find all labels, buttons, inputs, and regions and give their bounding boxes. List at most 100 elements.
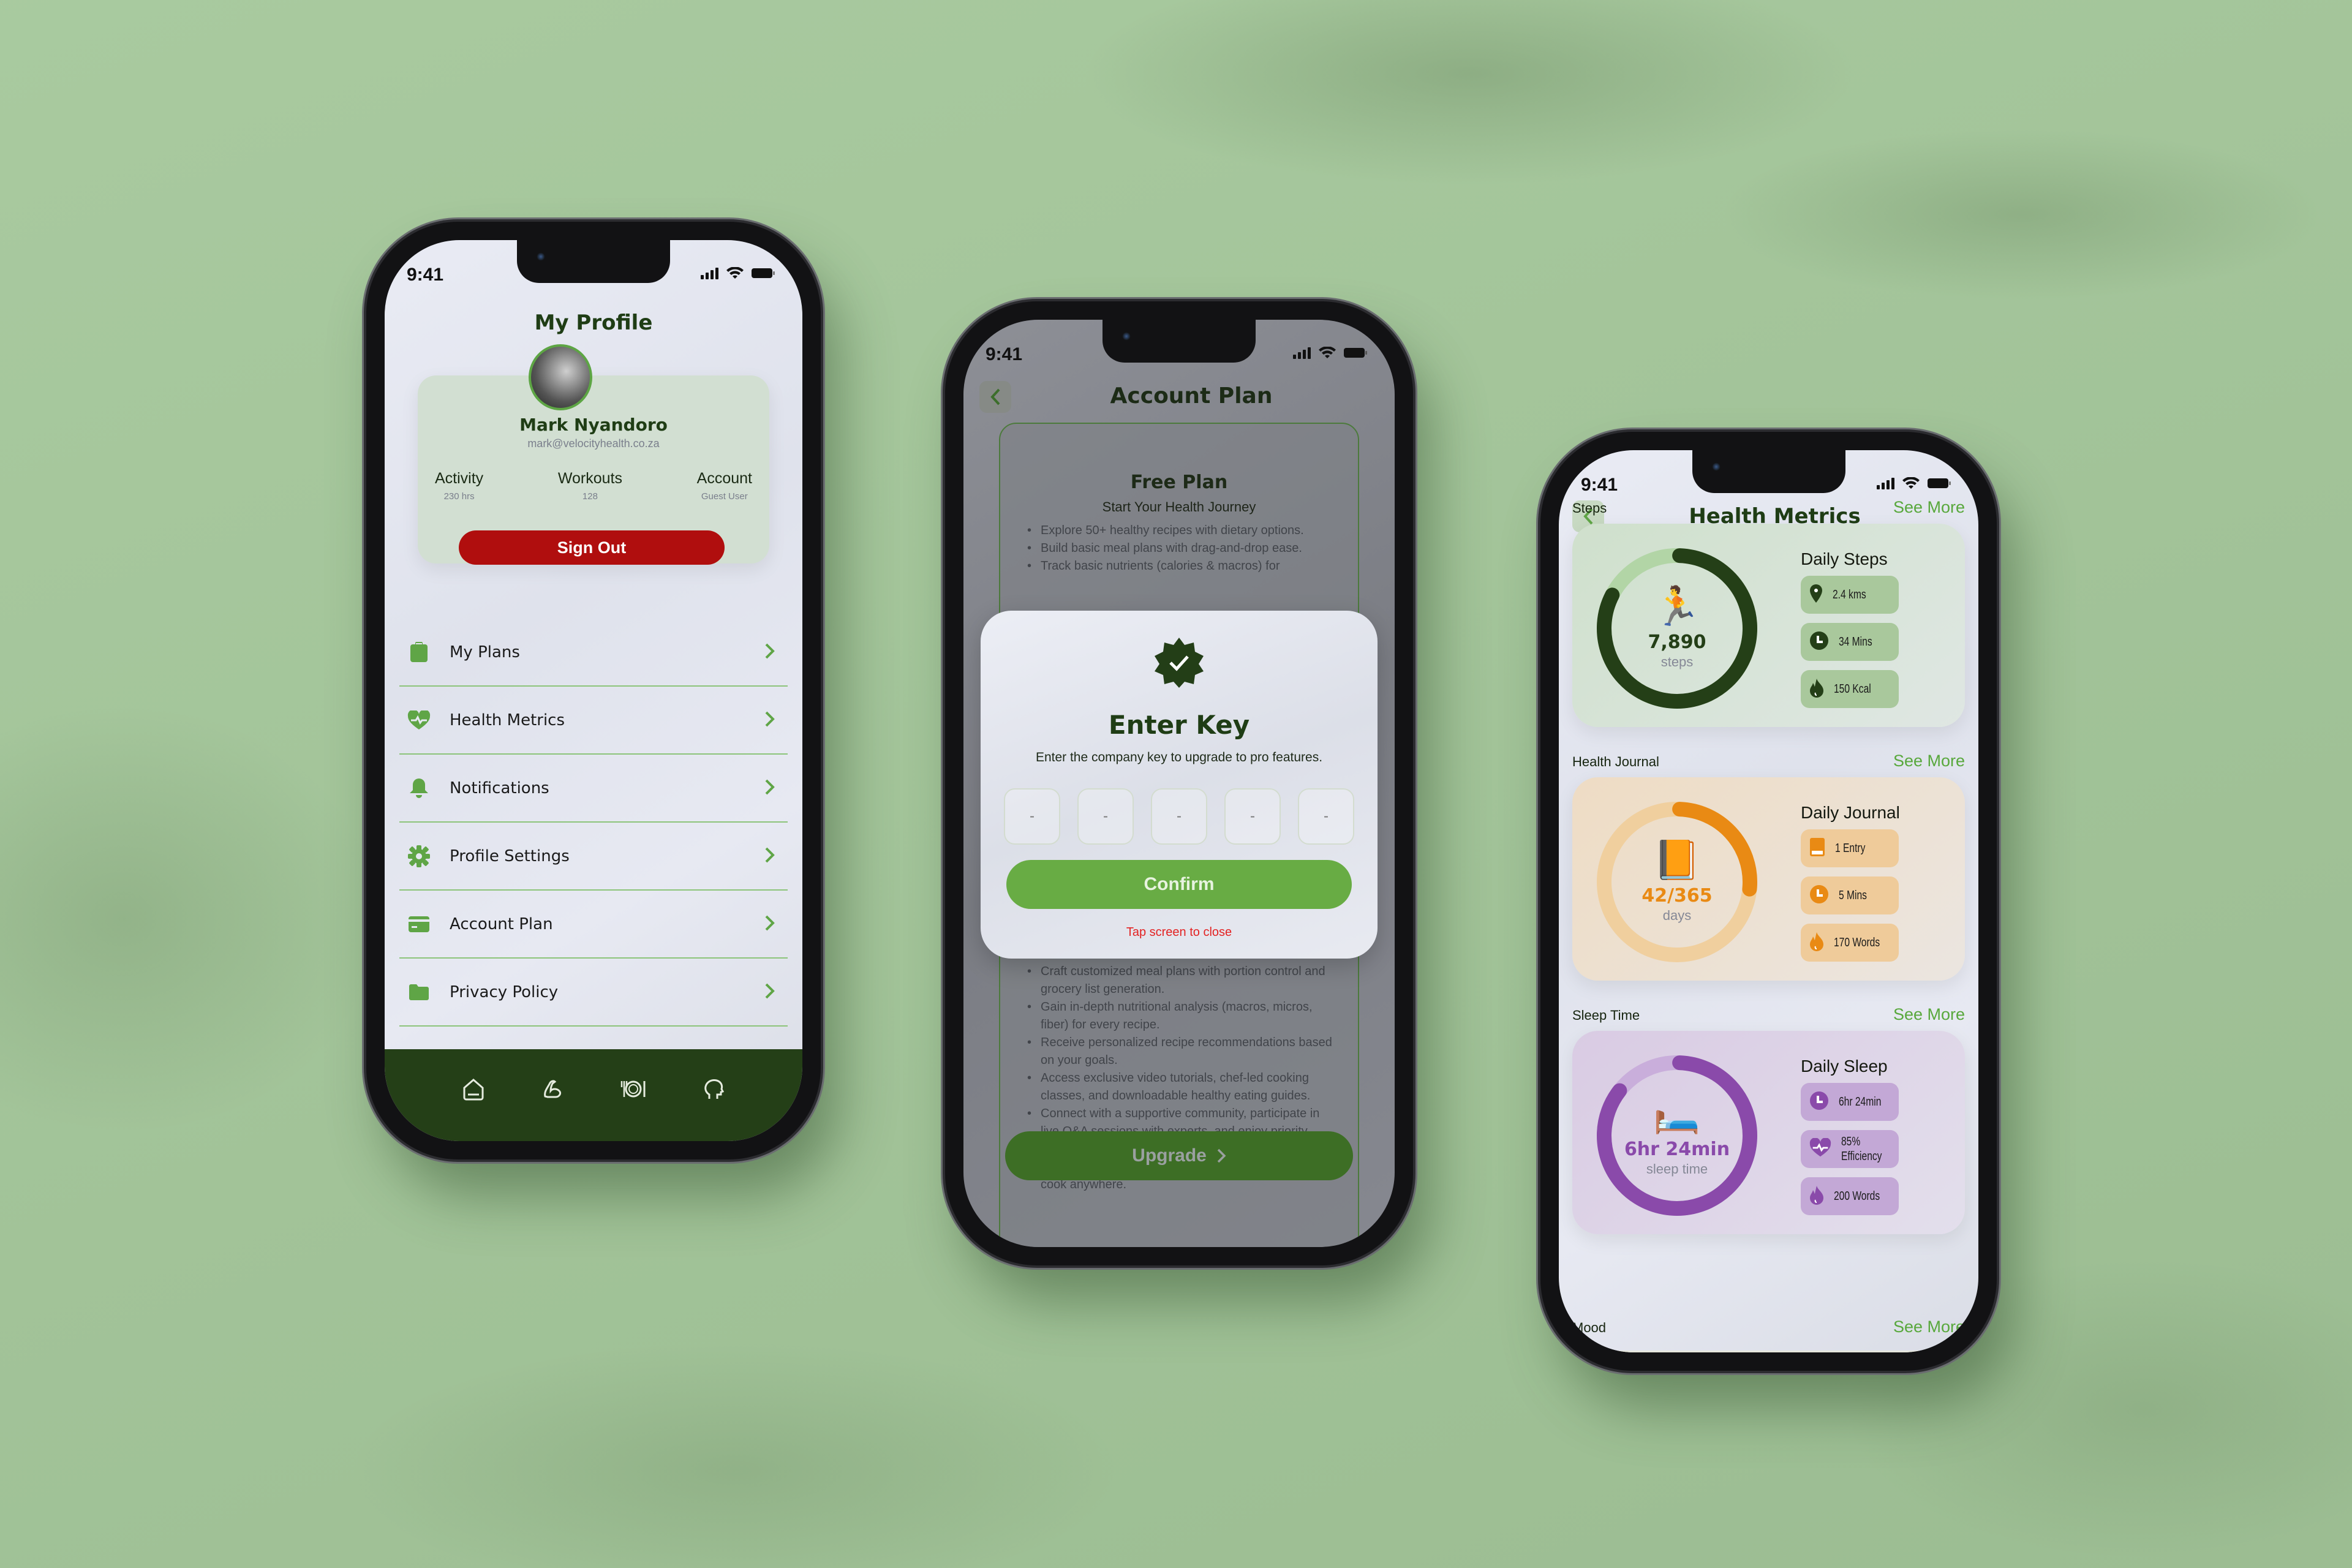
ring-center: 🛏️ 6hr 24min sleep time bbox=[1589, 1048, 1765, 1223]
bottom-nav bbox=[385, 1049, 802, 1141]
nav-mindset[interactable] bbox=[696, 1072, 731, 1106]
metric-chips: 2.4 kms 34 Mins 150 Kcal bbox=[1801, 576, 1899, 708]
user-email: mark@velocityhealth.co.za bbox=[527, 437, 660, 450]
feature-item: Receive personalized recipe recommendati… bbox=[1025, 1034, 1340, 1069]
stat-label: Workouts bbox=[557, 470, 622, 487]
status-time: 9:41 bbox=[407, 265, 444, 285]
heart-pulse-icon bbox=[407, 710, 431, 730]
battery-icon bbox=[1344, 348, 1367, 358]
key-input-4[interactable] bbox=[1224, 788, 1281, 845]
bell-icon bbox=[407, 778, 431, 799]
chevron-right-icon bbox=[764, 643, 775, 662]
see-more-link[interactable]: See More bbox=[1893, 1317, 1965, 1336]
menu-item-account-plan[interactable]: Account Plan bbox=[399, 891, 788, 959]
metric-chip: 2.4 kms bbox=[1801, 576, 1899, 614]
account-plan-screen[interactable]: 9:41 Account Plan Free Plan Start Your H… bbox=[963, 320, 1395, 1247]
metric-chip: 85% Efficiency bbox=[1801, 1130, 1899, 1168]
card-title: Daily Steps bbox=[1801, 549, 1888, 568]
page-title: My Profile bbox=[534, 311, 653, 335]
metric-card-health-journal[interactable]: 📙 42/365 days Daily Journal 1 Entry 5 Mins 1… bbox=[1572, 777, 1965, 981]
gear-icon bbox=[407, 845, 431, 867]
wifi-icon bbox=[1319, 347, 1336, 358]
plan-features-top: Explore 50+ healthy recipes with dietary… bbox=[1025, 522, 1340, 575]
nav-workouts[interactable] bbox=[537, 1072, 571, 1106]
metric-unit: days bbox=[1662, 907, 1692, 923]
heart-pulse-icon bbox=[1809, 1137, 1831, 1160]
muscle-icon bbox=[543, 1080, 561, 1098]
key-input-3[interactable] bbox=[1151, 788, 1207, 845]
section-label: Sleep Time bbox=[1572, 1008, 1640, 1023]
stat-value: 230 hrs bbox=[443, 491, 475, 502]
chip-text: 1 Entry bbox=[1835, 842, 1866, 855]
avatar[interactable] bbox=[529, 344, 592, 410]
phone-profile: 9:41 My Profile Mark Nyandoro mark@veloc… bbox=[366, 222, 821, 1159]
confirm-button[interactable]: Confirm bbox=[1006, 860, 1352, 909]
menu-item-privacy-policy[interactable]: Privacy Policy bbox=[399, 959, 788, 1027]
metric-chips: 1 Entry 5 Mins 170 Words bbox=[1801, 829, 1899, 962]
phone-health-metrics: 9:41 Health Metrics Steps See More 🏃 7,89… bbox=[1540, 432, 1997, 1371]
stat-label: Account bbox=[696, 470, 752, 487]
profile-menu: My Plans Health Metrics Notifications Pr… bbox=[399, 619, 788, 1027]
chevron-right-icon bbox=[764, 710, 775, 730]
nav-home[interactable] bbox=[456, 1072, 491, 1106]
status-bar: 9:41 bbox=[963, 344, 1395, 375]
verified-badge-icon bbox=[1153, 636, 1205, 690]
sign-out-button[interactable]: Sign Out bbox=[459, 530, 725, 565]
chip-text: 85% Efficiency bbox=[1841, 1135, 1882, 1163]
see-more-link[interactable]: See More bbox=[1893, 1005, 1965, 1024]
metric-chip: 34 Mins bbox=[1801, 623, 1899, 661]
feature-item: Build basic meal plans with drag-and-dro… bbox=[1025, 540, 1340, 557]
status-bar: 9:41 bbox=[1559, 475, 1978, 505]
head-icon bbox=[704, 1079, 724, 1099]
modal-description: Enter the company key to upgrade to pro … bbox=[1035, 750, 1323, 764]
flame-icon bbox=[1809, 932, 1824, 954]
ring-center: 📙 42/365 days bbox=[1589, 794, 1765, 970]
menu-item-my-plans[interactable]: My Plans bbox=[399, 619, 788, 687]
stat-label: Activity bbox=[435, 470, 484, 487]
key-input-1[interactable] bbox=[1004, 788, 1060, 845]
metric-card-sleep-time[interactable]: 🛏️ 6hr 24min sleep time Daily Sleep 6hr 24… bbox=[1572, 1031, 1965, 1234]
feature-item: Gain in-depth nutritional analysis (macr… bbox=[1025, 998, 1340, 1034]
key-input-2[interactable] bbox=[1077, 788, 1134, 845]
clock-icon bbox=[1809, 884, 1829, 907]
signal-icon bbox=[701, 268, 718, 279]
menu-item-notifications[interactable]: Notifications bbox=[399, 755, 788, 823]
chip-text: 170 Words bbox=[1834, 936, 1880, 949]
metric-chip: 1 Entry bbox=[1801, 829, 1899, 867]
ring-center: 🏃 7,890 steps bbox=[1589, 541, 1765, 716]
see-more-link[interactable]: See More bbox=[1893, 752, 1965, 771]
flame-icon bbox=[1809, 678, 1824, 700]
metric-chip: 5 Mins bbox=[1801, 876, 1899, 914]
stat-workouts: Workouts 128 bbox=[558, 470, 622, 502]
menu-label: Health Metrics bbox=[450, 710, 565, 729]
mood-card[interactable] bbox=[1583, 1351, 1954, 1352]
plate-icon bbox=[621, 1080, 646, 1098]
close-hint[interactable]: Tap screen to close bbox=[981, 925, 1378, 940]
key-inputs bbox=[1004, 788, 1354, 845]
user-name: Mark Nyandoro bbox=[519, 415, 668, 435]
section-label: Mood bbox=[1572, 1320, 1607, 1335]
menu-item-profile-settings[interactable]: Profile Settings bbox=[399, 823, 788, 891]
menu-label: My Plans bbox=[450, 643, 520, 662]
page-title: Account Plan bbox=[1110, 383, 1273, 409]
stat-account: Account Guest User bbox=[697, 470, 752, 502]
stat-value: 128 bbox=[582, 491, 598, 502]
metric-emoji-icon: 🏃 bbox=[1653, 583, 1701, 628]
card-title: Daily Journal bbox=[1801, 803, 1900, 822]
menu-item-health-metrics[interactable]: Health Metrics bbox=[399, 687, 788, 755]
section-header-sleep-time: Sleep Time See More bbox=[1572, 1005, 1965, 1024]
upgrade-button[interactable]: Upgrade bbox=[1005, 1131, 1353, 1180]
key-input-5[interactable] bbox=[1298, 788, 1354, 845]
home-icon bbox=[463, 1079, 484, 1101]
feature-item: Explore 50+ healthy recipes with dietary… bbox=[1025, 522, 1340, 540]
nav-meals[interactable] bbox=[616, 1072, 650, 1106]
metric-card-steps[interactable]: 🏃 7,890 steps Daily Steps 2.4 kms 34 Mins 15… bbox=[1572, 524, 1965, 727]
chevron-right-icon bbox=[764, 846, 775, 866]
wifi-icon bbox=[1902, 477, 1920, 489]
chip-text: 200 Words bbox=[1834, 1189, 1880, 1203]
chip-text: 6hr 24min bbox=[1839, 1095, 1882, 1109]
folder-icon bbox=[407, 984, 431, 1000]
location-pin-icon bbox=[1809, 584, 1823, 606]
plan-subtitle: Start Your Health Journey bbox=[1102, 499, 1256, 514]
metric-value: 42/365 bbox=[1642, 884, 1713, 907]
